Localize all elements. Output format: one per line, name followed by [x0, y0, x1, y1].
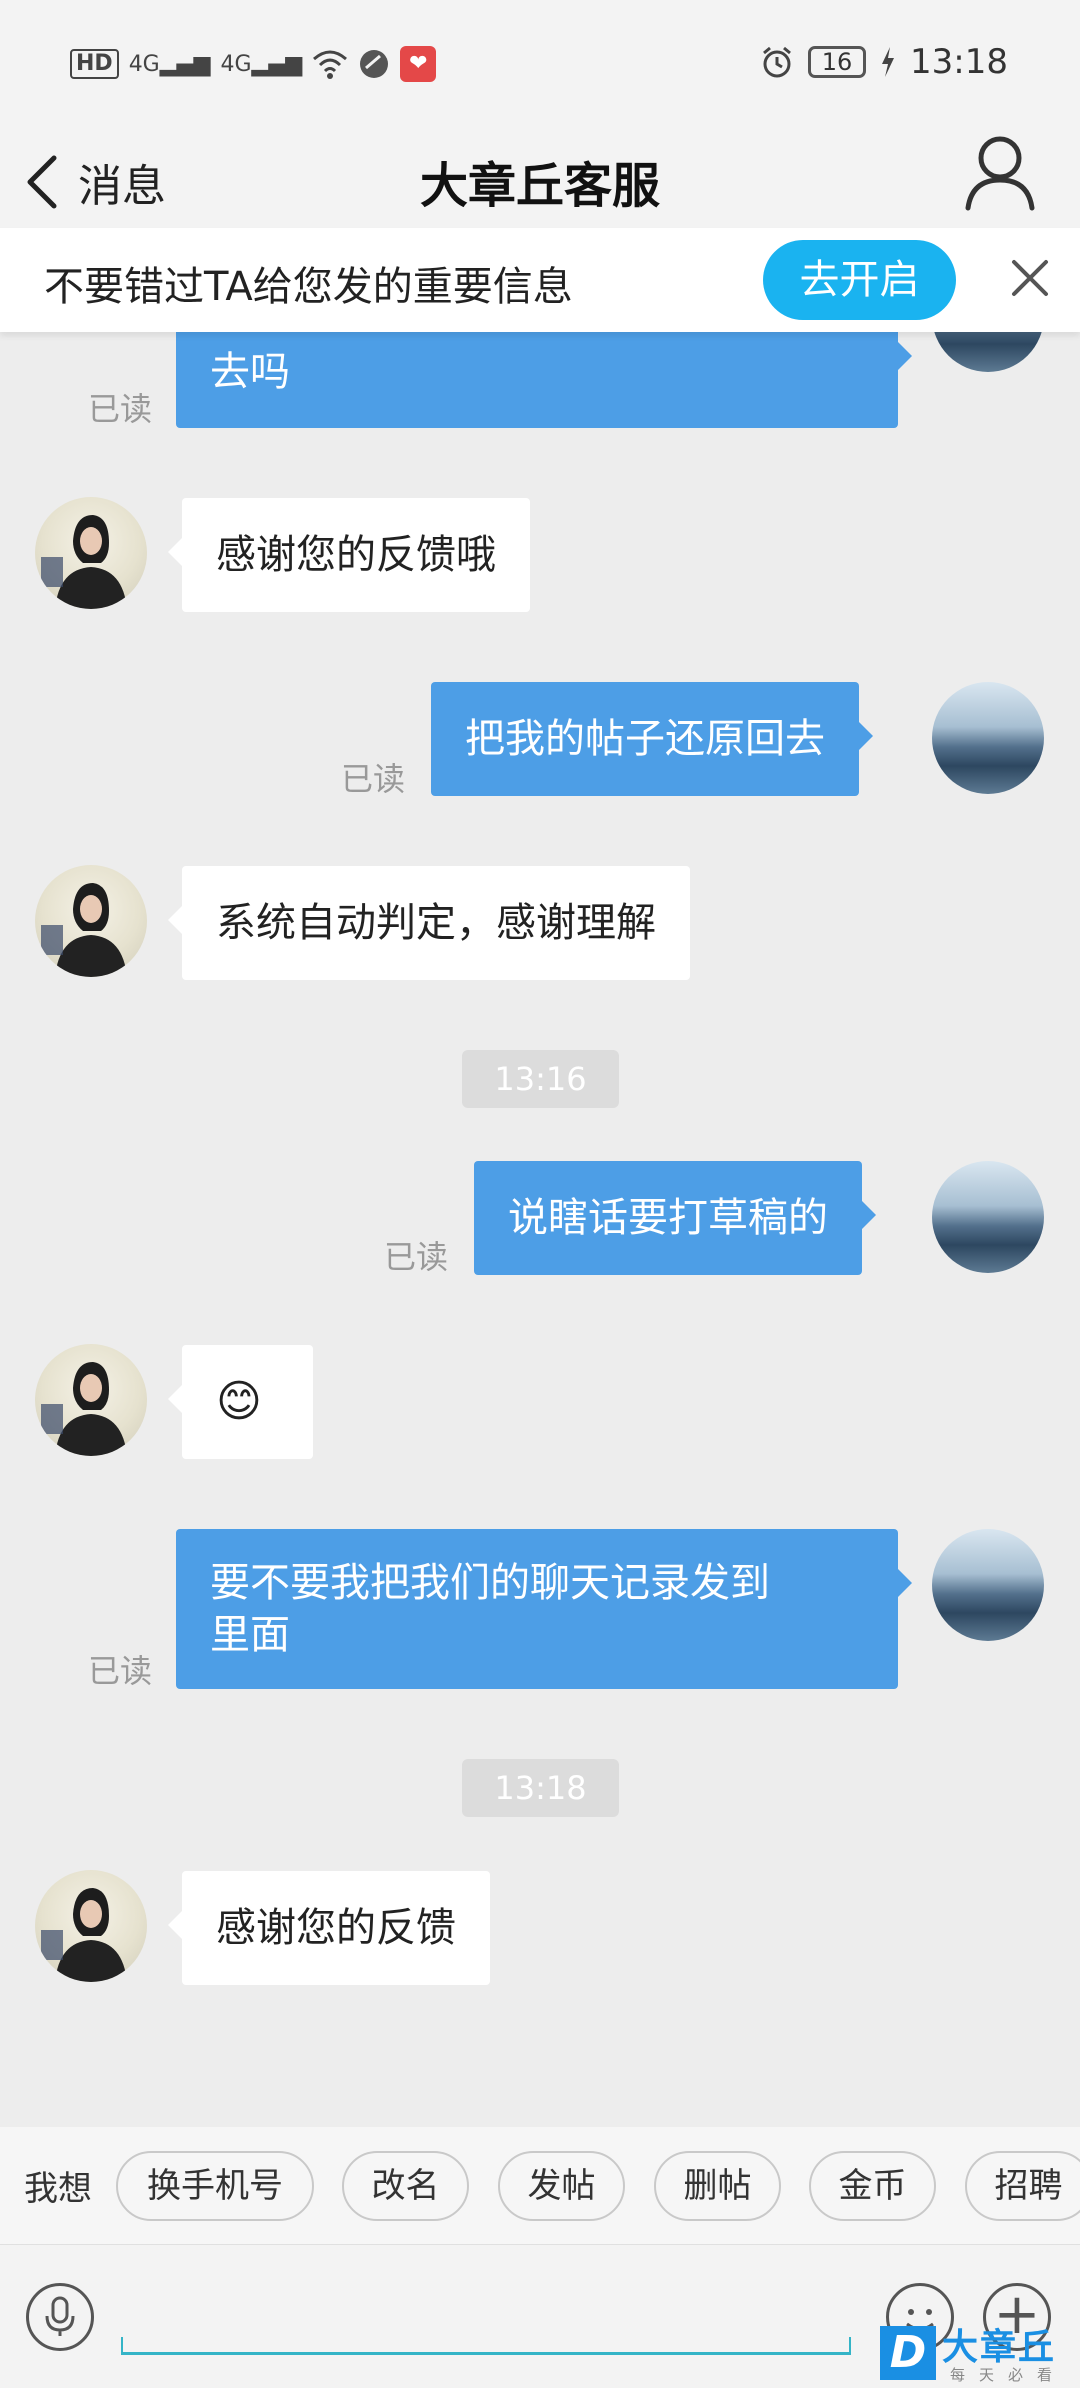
user-avatar[interactable]: [932, 1161, 1044, 1273]
message-bubble-outgoing[interactable]: 要不要我把我们的聊天记录发到 里面: [176, 1529, 912, 1689]
quick-reply-chip[interactable]: 删帖: [654, 2151, 781, 2221]
microphone-icon: [45, 2296, 75, 2336]
status-left: HD 4G▂▄▆ 4G▂▄▆ ❤: [70, 46, 437, 82]
alarm-icon: [763, 46, 791, 78]
agent-avatar-portrait: [41, 1888, 127, 1982]
quick-reply-chip[interactable]: 换手机号: [116, 2151, 314, 2221]
message-input[interactable]: [121, 2337, 851, 2355]
quick-reply-chip[interactable]: 发帖: [498, 2151, 625, 2221]
app-badge-icon: ❤: [400, 46, 437, 82]
message-text-line-2: 里面: [210, 1612, 290, 1658]
agent-avatar[interactable]: [35, 865, 147, 977]
read-receipt: 已读: [88, 1652, 153, 1690]
brand-slogan: 每天必看: [950, 2366, 1067, 2384]
user-avatar[interactable]: [932, 1529, 1044, 1641]
user-avatar[interactable]: [932, 682, 1044, 794]
message-text: 去吗: [210, 349, 290, 395]
quick-reply-label: 我想: [24, 2169, 92, 2209]
chat-header: 消息 大章丘客服: [0, 128, 1080, 228]
message-bubble-incoming[interactable]: 系统自动判定，感谢理解: [168, 866, 690, 980]
wifi-icon: [313, 50, 348, 79]
quick-reply-chip[interactable]: 金币: [809, 2151, 936, 2221]
user-icon: [965, 136, 1035, 211]
brand-logo: D: [880, 2326, 936, 2380]
message-bubble-outgoing[interactable]: 把我的帖子还原回去: [431, 682, 873, 796]
agent-avatar[interactable]: [35, 1870, 147, 1982]
message-bubble-incoming[interactable]: 感谢您的反馈哦: [168, 498, 530, 612]
agent-avatar-portrait: [41, 883, 127, 977]
message-text: 系统自动判定，感谢理解: [216, 900, 656, 946]
message-text-line-1: 要不要我把我们的聊天记录发到: [210, 1560, 770, 1606]
signal-icon-2: 4G▂▄▆: [220, 51, 303, 77]
signal-icon: 4G▂▄▆: [128, 51, 211, 77]
timestamp: 13:18: [462, 1759, 619, 1817]
battery-icon: 16: [808, 46, 867, 78]
quick-reply-bar[interactable]: 我想 换手机号 改名 发帖 删帖 金币 招聘: [0, 2127, 1080, 2244]
page-title: 大章丘客服: [419, 158, 660, 214]
profile-button[interactable]: [964, 132, 1036, 216]
status-bar: HD 4G▂▄▆ 4G▂▄▆ ❤ 16 13:18: [0, 0, 1080, 128]
message-bubble-incoming[interactable]: 😊: [168, 1345, 313, 1459]
hd-indicator: HD: [70, 49, 119, 79]
read-receipt: 已读: [341, 760, 406, 798]
status-right: 16 13:18: [760, 42, 1008, 82]
read-receipt: 已读: [88, 390, 153, 428]
user-avatar[interactable]: [932, 332, 1044, 372]
network-type-1: 4G: [128, 51, 160, 77]
banner-text: 不要错过TA给您发的重要信息: [44, 264, 573, 310]
network-type-2: 4G: [220, 51, 252, 77]
message-text: 说瞎话要打草稿的: [508, 1195, 828, 1241]
quick-reply-chip[interactable]: 改名: [342, 2151, 469, 2221]
quick-reply-chip[interactable]: 招聘: [965, 2151, 1080, 2221]
enable-notifications-button[interactable]: 去开启: [763, 240, 956, 320]
message-list[interactable]: 去吗 已读 感谢您的反馈哦 把我的帖子还原回去 已读 系统自动判定，感谢理解 1…: [0, 332, 1080, 2127]
message-text: 把我的帖子还原回去: [465, 716, 825, 762]
message-bubble-incoming[interactable]: 感谢您的反馈: [168, 1871, 490, 1985]
message-text: 感谢您的反馈哦: [216, 532, 496, 578]
message-bubble-outgoing[interactable]: 说瞎话要打草稿的: [474, 1161, 876, 1275]
agent-avatar[interactable]: [35, 497, 147, 609]
agent-avatar[interactable]: [35, 1344, 147, 1456]
status-time: 13:18: [910, 42, 1008, 82]
smile-emoji: 😊: [216, 1376, 262, 1427]
message-text: 感谢您的反馈: [216, 1905, 456, 1951]
message-bubble-outgoing[interactable]: 去吗: [176, 332, 912, 428]
brand-watermark: D 大章丘 每天必看: [880, 2318, 1080, 2388]
banner-close-button[interactable]: [1006, 254, 1054, 306]
charging-icon: [882, 47, 895, 77]
agent-avatar-portrait: [41, 1362, 127, 1456]
close-icon: [1012, 260, 1048, 296]
read-receipt: 已读: [384, 1238, 449, 1276]
app-notification-icon: [360, 50, 389, 78]
voice-button[interactable]: [26, 2283, 94, 2351]
timestamp: 13:16: [462, 1050, 619, 1108]
notification-banner: 不要错过TA给您发的重要信息 去开启: [0, 228, 1080, 332]
agent-avatar-portrait: [41, 515, 127, 609]
brand-name: 大章丘: [942, 2327, 1057, 2368]
